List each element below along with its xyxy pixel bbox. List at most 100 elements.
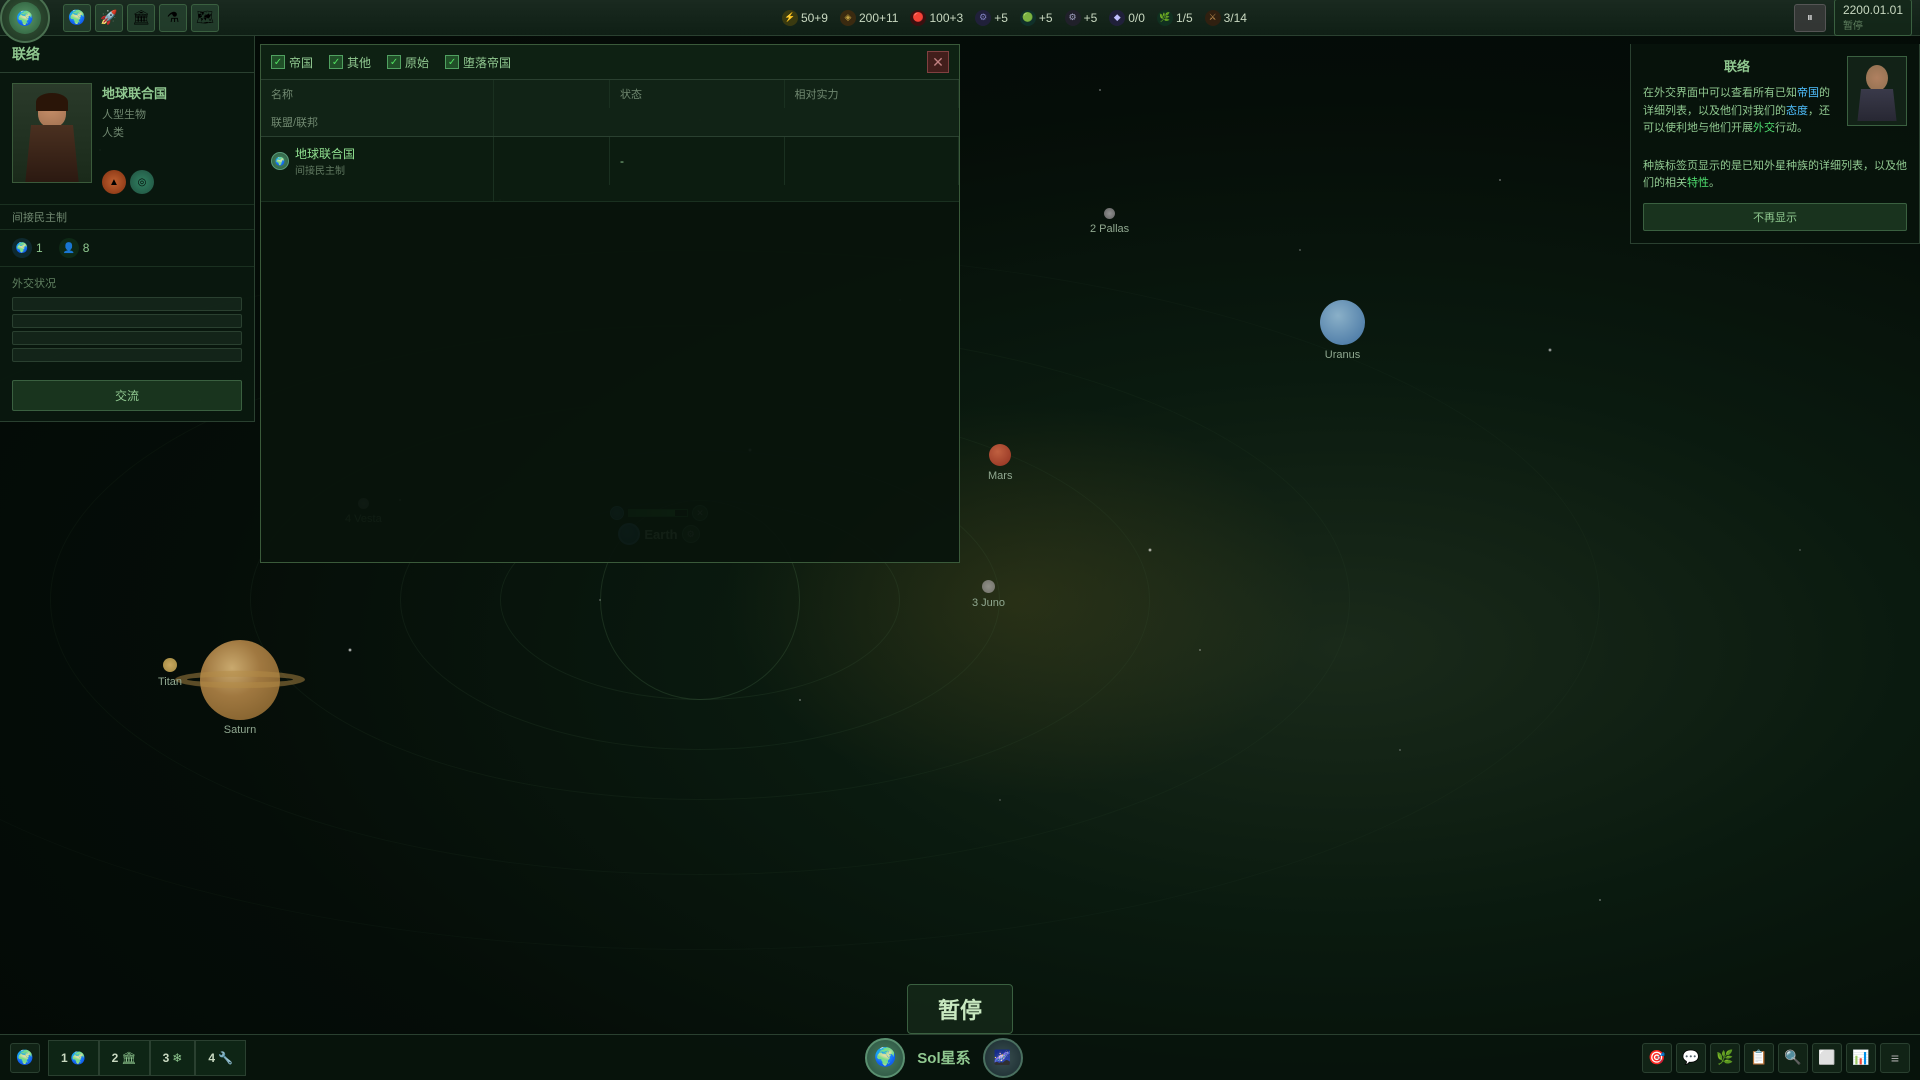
close-button[interactable]: ✕	[927, 51, 949, 73]
pallas-label: 2 Pallas	[1090, 223, 1129, 235]
col-name: 名称	[261, 80, 494, 108]
top-bar-icons: 🌍 🚀 🏛 ⚗ 🗺	[63, 4, 219, 32]
uranus-body	[1320, 300, 1365, 345]
tech-icon-btn[interactable]: ⚗	[159, 4, 187, 32]
system-globe-icon[interactable]: 🌍	[865, 1038, 905, 1078]
bottom-tab-1[interactable]: 1 🌍	[48, 1040, 99, 1076]
info-diplomacy-highlight: 外交	[1753, 122, 1775, 134]
empire-species: 人类	[102, 124, 242, 140]
planet-mars[interactable]: Mars	[988, 444, 1012, 482]
empire-status-text: -	[620, 154, 624, 168]
tab2-icon: 🏛	[121, 1051, 136, 1065]
saturn-body	[200, 640, 280, 720]
planet-titan[interactable]: Titan	[158, 658, 182, 688]
empire-name-cell: 🌍 地球联合国 间接民主制	[261, 137, 494, 185]
empire-filter-label: 帝国	[289, 54, 313, 71]
resource-influence: ◆ 0/0	[1109, 10, 1145, 26]
galaxy-icon[interactable]: 🌌	[983, 1038, 1023, 1078]
no-show-button[interactable]: 不再显示	[1643, 203, 1907, 231]
empire-status-cell: -	[610, 137, 785, 185]
mil-value: 3/14	[1224, 11, 1247, 25]
resource-energy: ⚡ 50+9	[782, 10, 828, 26]
resource-res2: 🟢 +5	[1020, 10, 1053, 26]
br-icon-square[interactable]: ⬜	[1812, 1043, 1842, 1073]
status-bar-1	[12, 297, 242, 311]
planets-icon-btn[interactable]: 🌍	[63, 4, 91, 32]
resource-minerals: ◈ 200+11	[840, 10, 899, 26]
saturn-ring	[175, 671, 305, 689]
resource-pop: 🌿 1/5	[1157, 10, 1193, 26]
bottom-left-icons: 🌍	[10, 1043, 40, 1073]
info-empire-highlight: 帝国	[1797, 87, 1819, 99]
planet-pallas[interactable]: 2 Pallas	[1090, 208, 1129, 235]
bottom-tab-2[interactable]: 2 🏛	[99, 1040, 150, 1076]
right-panel-avatar	[1847, 56, 1907, 126]
top-right-bar: ⏸ 2200.01.01 暂停	[1794, 0, 1912, 36]
br-icon-menu[interactable]: ≡	[1880, 1043, 1910, 1073]
fallen-checkbox[interactable]: ✓	[445, 55, 459, 69]
empire-alliance-cell	[261, 185, 494, 201]
br-icon-target[interactable]: 🎯	[1642, 1043, 1672, 1073]
pop-count: 8	[83, 241, 90, 255]
pause-label: 暂停	[938, 993, 982, 1025]
map-icon-btn[interactable]: 🗺	[191, 4, 219, 32]
empire-name-text: 地球联合国 间接民主制	[295, 145, 355, 177]
pop-value: 1/5	[1176, 11, 1193, 25]
fallen-filter-label: 堕落帝国	[463, 54, 511, 71]
resource-res3: ⚙ +5	[1065, 10, 1098, 26]
res2-icon: 🟢	[1020, 10, 1036, 26]
right-panel-top: 联络 在外交界面中可以查看所有已知帝国的详细列表，以及他们对我们的态度，还可以使…	[1643, 56, 1907, 148]
status-bar-3	[12, 331, 242, 345]
table-row[interactable]: 🌍 地球联合国 间接民主制 -	[261, 137, 959, 202]
empire-flag: 🌍	[271, 152, 289, 170]
resource-res1: ⚙ +5	[975, 10, 1008, 26]
bottom-tab-4[interactable]: 4 🔧	[195, 1040, 246, 1076]
br-icon-search[interactable]: 🔍	[1778, 1043, 1808, 1073]
planet-saturn[interactable]: Saturn	[200, 620, 280, 736]
filter-primitive[interactable]: ✓ 原始	[387, 54, 429, 71]
portrait-body	[22, 125, 82, 182]
br-icon-clipboard[interactable]: 📋	[1744, 1043, 1774, 1073]
diplomacy-status-section: 外交状况	[0, 267, 254, 370]
stats-row: 🌍 1 👤 8	[0, 230, 254, 267]
tab3-icon: ❄	[172, 1051, 182, 1065]
mars-body	[989, 444, 1011, 466]
empire-row-name: 地球联合国	[295, 145, 355, 162]
br-icon-leaf[interactable]: 🌿	[1710, 1043, 1740, 1073]
ships-icon-btn[interactable]: 🚀	[95, 4, 123, 32]
exchange-button[interactable]: 交流	[12, 380, 242, 411]
planets-count: 1	[36, 241, 43, 255]
pause-overlay: 暂停	[907, 984, 1013, 1034]
right-panel-info: 在外交界面中可以查看所有已知帝国的详细列表，以及他们对我们的态度，还可以使利地与…	[1643, 85, 1831, 138]
bottom-tab-3[interactable]: 3 ❄	[150, 1040, 196, 1076]
filter-fallen[interactable]: ✓ 堕落帝国	[445, 54, 511, 71]
energy-value: 50+9	[801, 11, 828, 25]
other-checkbox[interactable]: ✓	[329, 55, 343, 69]
res3-icon: ⚙	[1065, 10, 1081, 26]
right-panel-species-info: 种族标签页显示的是已知外星种族的详细列表，以及他们的相关特性。	[1643, 158, 1907, 193]
pause-button[interactable]: ⏸	[1794, 4, 1826, 32]
br-icon-chat[interactable]: 💬	[1676, 1043, 1706, 1073]
minerals-value: 200+11	[859, 11, 899, 25]
planet-juno[interactable]: 3 Juno	[972, 580, 1005, 609]
primitive-checkbox[interactable]: ✓	[387, 55, 401, 69]
minerals-icon: ◈	[840, 10, 856, 26]
planet-uranus[interactable]: Uranus	[1320, 300, 1365, 361]
system-name: Sol星系	[917, 1047, 970, 1068]
bottom-globe-icon[interactable]: 🌍	[10, 1043, 40, 1073]
empire-portrait[interactable]	[12, 83, 92, 183]
buildings-icon-btn[interactable]: 🏛	[127, 4, 155, 32]
window-empty-area	[261, 202, 959, 562]
empire-checkbox[interactable]: ✓	[271, 55, 285, 69]
right-info-panel: 联络 在外交界面中可以查看所有已知帝国的详细列表，以及他们对我们的态度，还可以使…	[1630, 44, 1920, 244]
other-filter-label: 其他	[347, 54, 371, 71]
filter-empire[interactable]: ✓ 帝国	[271, 54, 313, 71]
primitive-filter-label: 原始	[405, 54, 429, 71]
avatar-body	[1857, 89, 1897, 121]
br-icon-chart[interactable]: 📊	[1846, 1043, 1876, 1073]
tab2-num: 2	[112, 1051, 119, 1065]
government-label: 间接民主制	[0, 205, 254, 230]
empire-badges: ▲ ◎	[102, 170, 242, 194]
filter-other[interactable]: ✓ 其他	[329, 54, 371, 71]
planets-stat-icon: 🌍	[12, 238, 32, 258]
